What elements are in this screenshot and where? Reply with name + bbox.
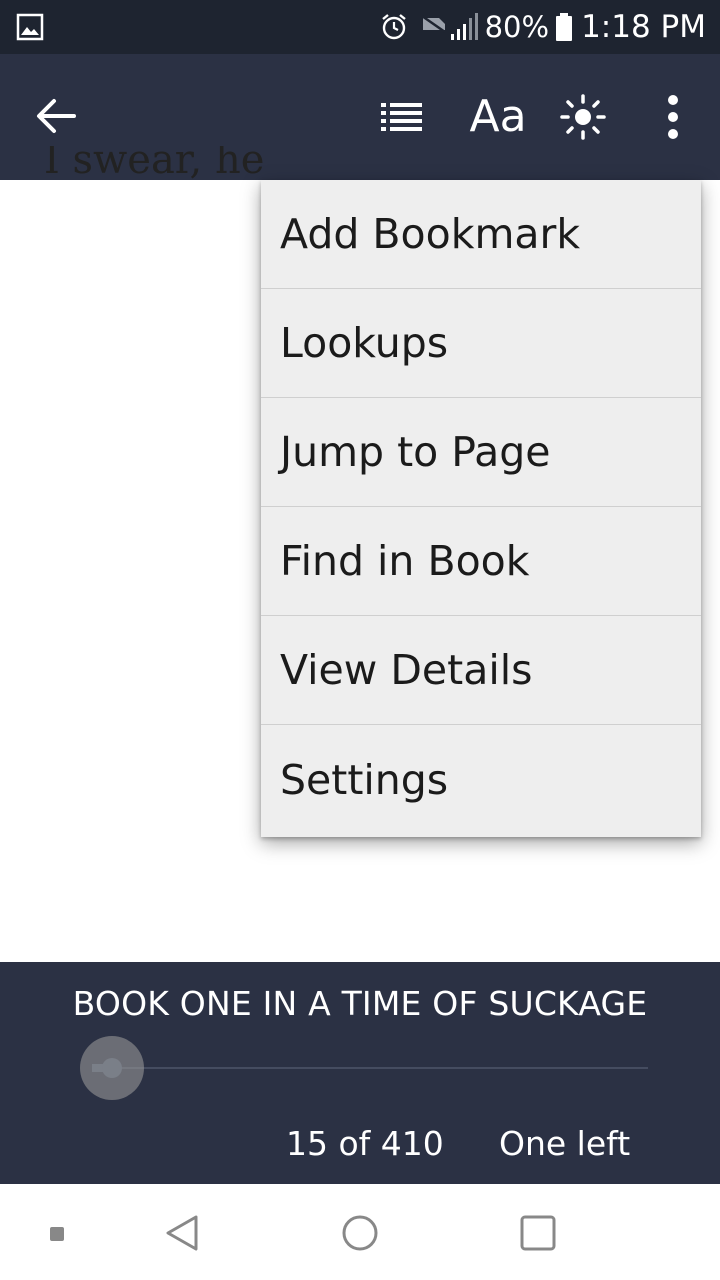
- clock: 1:18 PM: [581, 9, 706, 45]
- menu-item-find-in-book[interactable]: Find in Book: [261, 507, 701, 616]
- book-title: BOOK ONE IN A TIME OF SUCKAGE: [72, 984, 648, 1023]
- menu-item-add-bookmark[interactable]: Add Bookmark: [261, 180, 701, 289]
- signal-icon: [450, 13, 478, 40]
- reader-footer: BOOK ONE IN A TIME OF SUCKAGE 15 of 410 …: [0, 962, 720, 1184]
- page-count: 15 of 410: [286, 1124, 444, 1163]
- time-left: One left: [499, 1124, 631, 1163]
- book-page-line: I swear, he an: [44, 146, 265, 180]
- menu-item-view-details[interactable]: View Details: [261, 616, 701, 725]
- slider-thumb-dot: [102, 1058, 123, 1078]
- menu-item-lookups[interactable]: Lookups: [261, 289, 701, 398]
- font-settings-label: Aa: [469, 90, 527, 142]
- status-indicators: 80% 1:18 PM: [379, 0, 706, 54]
- system-nav-bar: [0, 1184, 720, 1280]
- brightness-icon[interactable]: [560, 94, 606, 140]
- nav-home-icon[interactable]: [341, 1214, 379, 1252]
- alarm-icon: [381, 14, 406, 40]
- nav-back-icon[interactable]: [164, 1214, 200, 1252]
- table-of-contents-icon[interactable]: [378, 97, 426, 137]
- book-page-text: I swear, he an: [44, 146, 284, 180]
- nav-dot-icon[interactable]: [49, 1226, 65, 1242]
- nav-recents-icon[interactable]: [519, 1214, 557, 1252]
- back-arrow-icon[interactable]: [34, 94, 78, 138]
- overflow-menu: Add Bookmark Lookups Jump to Page Find i…: [261, 180, 701, 837]
- menu-item-jump-to-page[interactable]: Jump to Page: [261, 398, 701, 507]
- menu-item-settings[interactable]: Settings: [261, 725, 701, 834]
- no-sim-icon: [420, 14, 446, 34]
- status-bar: 80% 1:18 PM: [0, 0, 720, 54]
- battery-icon: [556, 13, 573, 41]
- progress-slider-thumb[interactable]: [80, 1036, 145, 1100]
- battery-percent: 80%: [484, 10, 550, 44]
- progress-slider-track[interactable]: [92, 1067, 648, 1069]
- more-vert-icon[interactable]: [656, 92, 690, 142]
- gallery-icon: [16, 13, 44, 41]
- font-settings-icon[interactable]: Aa: [466, 88, 530, 144]
